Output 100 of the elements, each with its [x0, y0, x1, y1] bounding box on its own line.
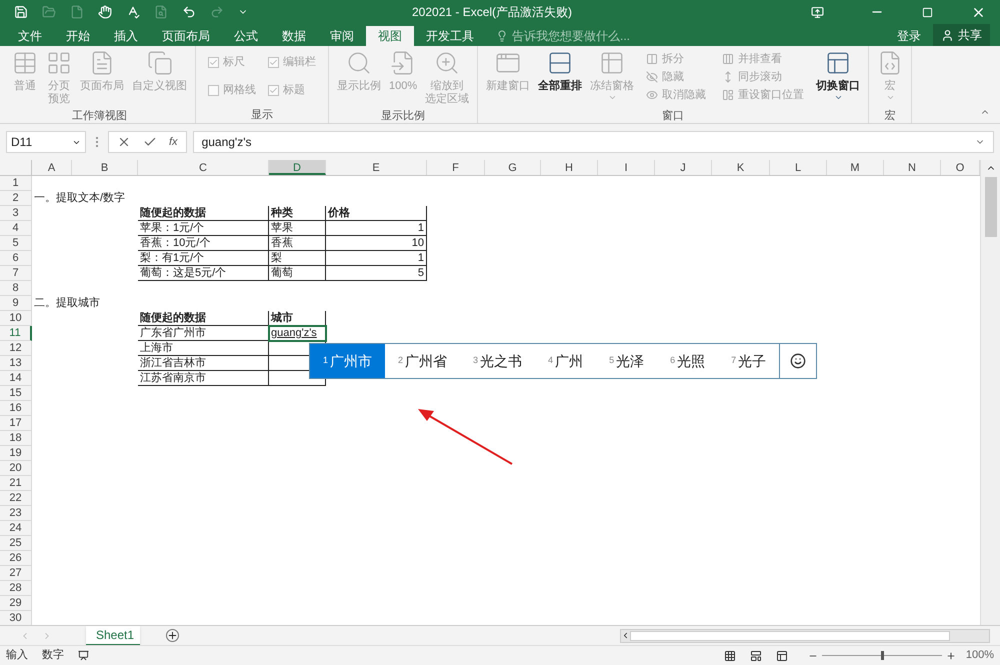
add-sheet-icon — [166, 629, 179, 642]
horizontal-scrollbar[interactable] — [620, 628, 990, 642]
row-header[interactable]: 9 — [0, 296, 32, 311]
table-cell: 价格 — [326, 206, 427, 221]
ribbon-button[interactable]: 全部重排 — [534, 46, 586, 108]
ribbon-tab[interactable]: 页面布局 — [150, 26, 222, 46]
row-header[interactable]: 23 — [0, 506, 32, 521]
row-header[interactable]: 18 — [0, 431, 32, 446]
row-header[interactable]: 5 — [0, 236, 32, 251]
insert-function-button[interactable]: fx — [169, 134, 178, 150]
cell-text: 一。提取文本/数字 — [34, 192, 126, 204]
column-header[interactable]: N — [884, 160, 941, 175]
table-cell: 江苏省南京市 — [138, 371, 269, 386]
table-cell: 香蕉：10元/个 — [138, 236, 269, 251]
ribbon-tab[interactable]: 文件 — [6, 26, 54, 46]
smiley-icon — [790, 353, 806, 369]
row-header[interactable]: 4 — [0, 221, 32, 236]
row-header[interactable]: 7 — [0, 266, 32, 281]
active-cell[interactable]: guang'z's — [269, 326, 326, 341]
button-label-line: 预览 — [48, 93, 70, 106]
row-header[interactable]: 12 — [0, 341, 32, 356]
check-icon — [209, 58, 218, 66]
row-header[interactable]: 25 — [0, 536, 32, 551]
row-header[interactable]: 19 — [0, 446, 32, 461]
ribbon-icon — [346, 50, 372, 76]
name-box[interactable]: D11 — [6, 131, 86, 153]
scroll-thumb[interactable] — [630, 630, 950, 640]
table-cell: 1 — [326, 251, 427, 266]
column-header[interactable]: L — [770, 160, 827, 175]
table-cell: 1 — [326, 221, 427, 236]
row-header[interactable]: 26 — [0, 551, 32, 566]
row-header[interactable]: 30 — [0, 611, 32, 626]
row-header[interactable]: 24 — [0, 521, 32, 536]
column-header[interactable]: M — [827, 160, 884, 175]
ribbon-tab[interactable]: 插入 — [102, 26, 150, 46]
formula-field[interactable]: guang'z's — [192, 131, 994, 153]
sheet-tab[interactable]: Sheet1 — [86, 626, 140, 646]
ribbon-button[interactable]: 切换窗口 — [812, 46, 864, 108]
row-header[interactable]: 3 — [0, 206, 32, 221]
ribbon-tab[interactable]: 公式 — [222, 26, 270, 46]
row-header[interactable]: 16 — [0, 401, 32, 416]
ribbon-tab[interactable]: 审阅 — [318, 26, 366, 46]
table-cell: 随便起的数据 — [138, 311, 269, 326]
row-header[interactable]: 15 — [0, 386, 32, 401]
column-header[interactable]: F — [427, 160, 485, 175]
row-header[interactable]: 22 — [0, 491, 32, 506]
column-header[interactable]: K — [712, 160, 770, 175]
table-cell: 梨：有1元/个 — [138, 251, 269, 266]
ribbon-icon — [646, 53, 658, 65]
ribbon-tab[interactable]: 数据 — [270, 26, 318, 46]
row-header[interactable]: 1 — [0, 176, 32, 191]
cancel-icon — [117, 135, 131, 149]
column-header[interactable]: J — [655, 160, 712, 175]
table-cell: 苹果：1元/个 — [138, 221, 269, 236]
column-header[interactable]: H — [541, 160, 598, 175]
zoom-in-icon — [946, 650, 956, 660]
undo-icon[interactable] — [182, 5, 196, 19]
scroll-left-icon[interactable] — [621, 631, 630, 640]
zoom-slider[interactable] — [822, 650, 942, 660]
vertical-scrollbar[interactable] — [980, 160, 1000, 625]
row-header[interactable]: 20 — [0, 461, 32, 476]
row-header[interactable]: 11 — [0, 326, 32, 341]
column-header[interactable]: E — [326, 160, 427, 175]
table-cell: 5 — [326, 266, 427, 281]
row-header[interactable]: 8 — [0, 281, 32, 296]
row-header[interactable]: 6 — [0, 251, 32, 266]
zoom-thumb[interactable] — [880, 651, 884, 660]
row-header[interactable]: 17 — [0, 416, 32, 431]
group-label: 显示比例 — [380, 109, 426, 124]
group-label: 窗口 — [661, 108, 686, 124]
hand-icon[interactable] — [98, 5, 112, 19]
ribbon-tab[interactable]: 视图 — [366, 26, 414, 46]
row-header[interactable]: 10 — [0, 311, 32, 326]
row-header[interactable]: 14 — [0, 371, 32, 386]
ribbon-tab[interactable]: 开发工具 — [414, 26, 486, 46]
column-header[interactable]: B — [72, 160, 138, 175]
column-header[interactable]: D — [269, 160, 326, 175]
sign-in-link[interactable]: 登录 — [889, 26, 929, 46]
save-icon[interactable] — [14, 5, 28, 19]
row-header[interactable]: 29 — [0, 596, 32, 611]
share-button[interactable]: 共享 — [933, 24, 990, 46]
button-label-line: 选定区域 — [425, 93, 470, 106]
spellcheck-icon[interactable] — [126, 5, 140, 19]
column-header[interactable]: G — [485, 160, 541, 175]
page-break-icon — [776, 650, 788, 662]
column-header[interactable]: I — [598, 160, 655, 175]
tell-me-field[interactable]: 告诉我您想要做什么... — [496, 26, 642, 46]
row-header[interactable]: 27 — [0, 566, 32, 581]
ribbon-icon — [722, 89, 734, 101]
row-header[interactable]: 13 — [0, 356, 32, 371]
scroll-thumb[interactable] — [984, 177, 996, 237]
ribbon-display-icon — [811, 6, 824, 18]
row-header[interactable]: 28 — [0, 581, 32, 596]
row-header[interactable]: 21 — [0, 476, 32, 491]
window-title: 202021 - Excel(产品激活失败) — [411, 4, 574, 21]
ribbon-icon — [146, 50, 172, 76]
checkbox-label: 标题 — [283, 83, 305, 98]
column-header[interactable]: A — [32, 160, 72, 175]
ribbon-tab[interactable]: 开始 — [54, 26, 102, 46]
row-header[interactable]: 2 — [0, 191, 32, 206]
